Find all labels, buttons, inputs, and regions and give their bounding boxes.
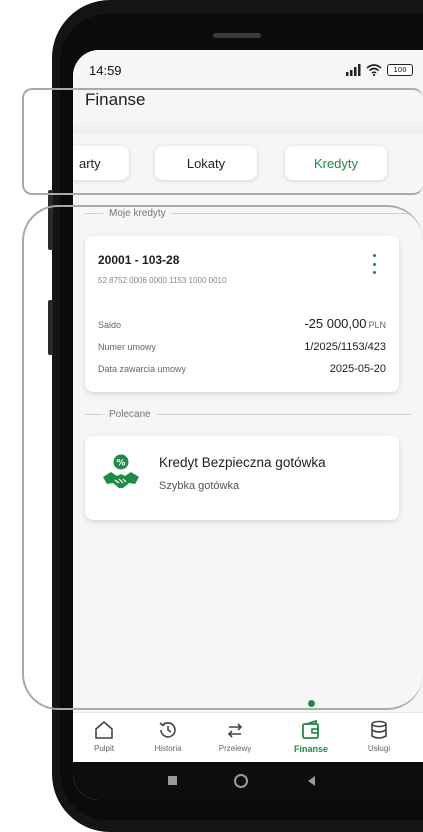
home-icon (95, 721, 113, 739)
nav-przelewy[interactable]: Przelewy (206, 719, 264, 753)
tabs-highlight-outline (22, 88, 423, 195)
wallet-icon (302, 719, 319, 739)
earpiece-speaker (213, 33, 261, 38)
nav-historia[interactable]: Historia (139, 719, 197, 753)
home-button-icon[interactable] (234, 774, 248, 788)
back-icon[interactable] (306, 775, 316, 787)
nav-finanse[interactable]: Finanse (282, 719, 340, 754)
history-icon (159, 721, 176, 738)
transfer-icon (227, 723, 243, 738)
nav-pulpit[interactable]: Pulpit (75, 719, 133, 753)
nav-label: Historia (154, 744, 182, 753)
status-bar: 14:59 100 (73, 50, 423, 90)
content-highlight-outline (22, 205, 423, 710)
nav-label: Przelewy (218, 744, 252, 753)
battery-icon: 100 (387, 64, 413, 76)
nav-label: Finanse (293, 744, 328, 754)
wifi-icon (366, 64, 382, 76)
recents-icon[interactable] (168, 776, 177, 785)
nav-uslugi[interactable]: Usługi (350, 719, 408, 753)
status-icons: 100 (345, 64, 413, 76)
system-nav-bar (73, 762, 423, 800)
nav-label: Usługi (367, 744, 391, 753)
services-icon (371, 720, 387, 739)
bottom-nav: Pulpit Historia Przelewy Finanse Usługi (73, 712, 423, 762)
nav-label: Pulpit (93, 744, 114, 753)
status-time: 14:59 (89, 62, 122, 78)
signal-icon (346, 64, 361, 76)
